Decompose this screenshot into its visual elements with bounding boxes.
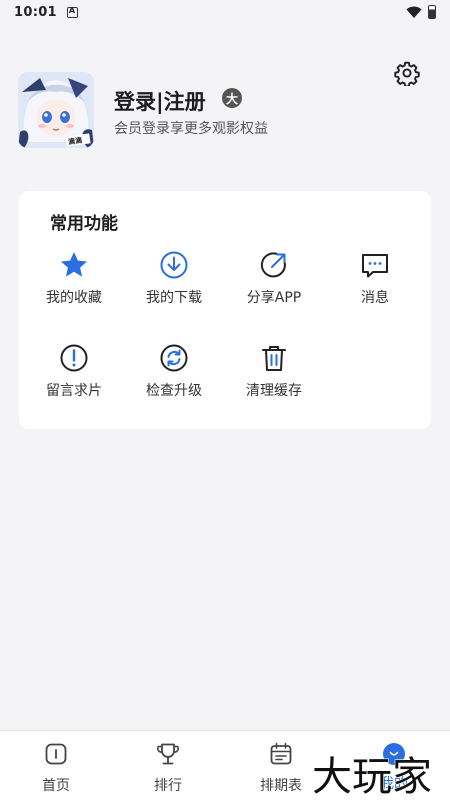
profile-header: 滴滴 登录|注册 大 会员登录享更多观影权益	[18, 72, 418, 148]
star-icon	[61, 252, 87, 277]
function-label: 分享APP	[246, 290, 302, 306]
function-share-app[interactable]: 分享APP	[224, 249, 324, 313]
function-label: 留言求片	[46, 383, 102, 399]
function-label: 消息	[361, 290, 389, 306]
avatar-image: 滴滴	[18, 72, 94, 148]
exclamation-icon	[60, 344, 88, 372]
function-label: 我的收藏	[46, 290, 102, 306]
function-messages[interactable]: 消息	[325, 249, 425, 313]
status-bar: 10:01	[0, 0, 450, 24]
function-check-update[interactable]: 检查升级	[124, 342, 224, 406]
watermark-logo: 大玩家	[311, 753, 432, 800]
battery-icon	[428, 5, 436, 19]
status-time: 10:01	[14, 4, 57, 20]
tab-home[interactable]: 首页	[16, 741, 96, 797]
function-label: 检查升级	[146, 383, 202, 399]
login-register-link[interactable]: 登录|注册	[114, 86, 206, 116]
message-icon	[362, 254, 388, 278]
avatar[interactable]: 滴滴	[18, 72, 94, 148]
wifi-icon	[406, 6, 422, 18]
function-downloads[interactable]: 我的下载	[124, 249, 224, 313]
vip-badge-icon: 大	[222, 88, 242, 108]
tab-label: 排期表	[260, 778, 302, 794]
home-icon	[45, 743, 67, 765]
function-favorites[interactable]: 我的收藏	[24, 249, 124, 313]
status-icons	[406, 5, 436, 19]
notification-icon	[66, 6, 78, 18]
watermark-text: 大玩家	[312, 754, 432, 800]
function-clear-cache[interactable]: 清理缓存	[224, 342, 324, 406]
function-request-movie[interactable]: 留言求片	[24, 342, 124, 406]
function-label: 我的下载	[146, 290, 202, 306]
trophy-icon	[157, 743, 179, 765]
share-icon	[260, 252, 286, 278]
card-title: 常用功能	[50, 214, 118, 234]
calendar-icon	[270, 742, 292, 765]
function-label: 清理缓存	[246, 383, 302, 399]
tab-label: 首页	[42, 778, 70, 794]
trash-icon	[262, 346, 286, 371]
tab-schedule[interactable]: 排期表	[241, 741, 321, 797]
refresh-icon	[160, 344, 188, 372]
member-benefit-text: 会员登录享更多观影权益	[114, 121, 268, 137]
common-functions-card: 常用功能 我的收藏 我的下载 分享APP 消息 留言求片 检查升级 清理缓存	[19, 191, 431, 429]
tab-ranking[interactable]: 排行	[128, 741, 208, 797]
tab-label: 排行	[154, 778, 182, 794]
download-icon	[160, 251, 188, 279]
